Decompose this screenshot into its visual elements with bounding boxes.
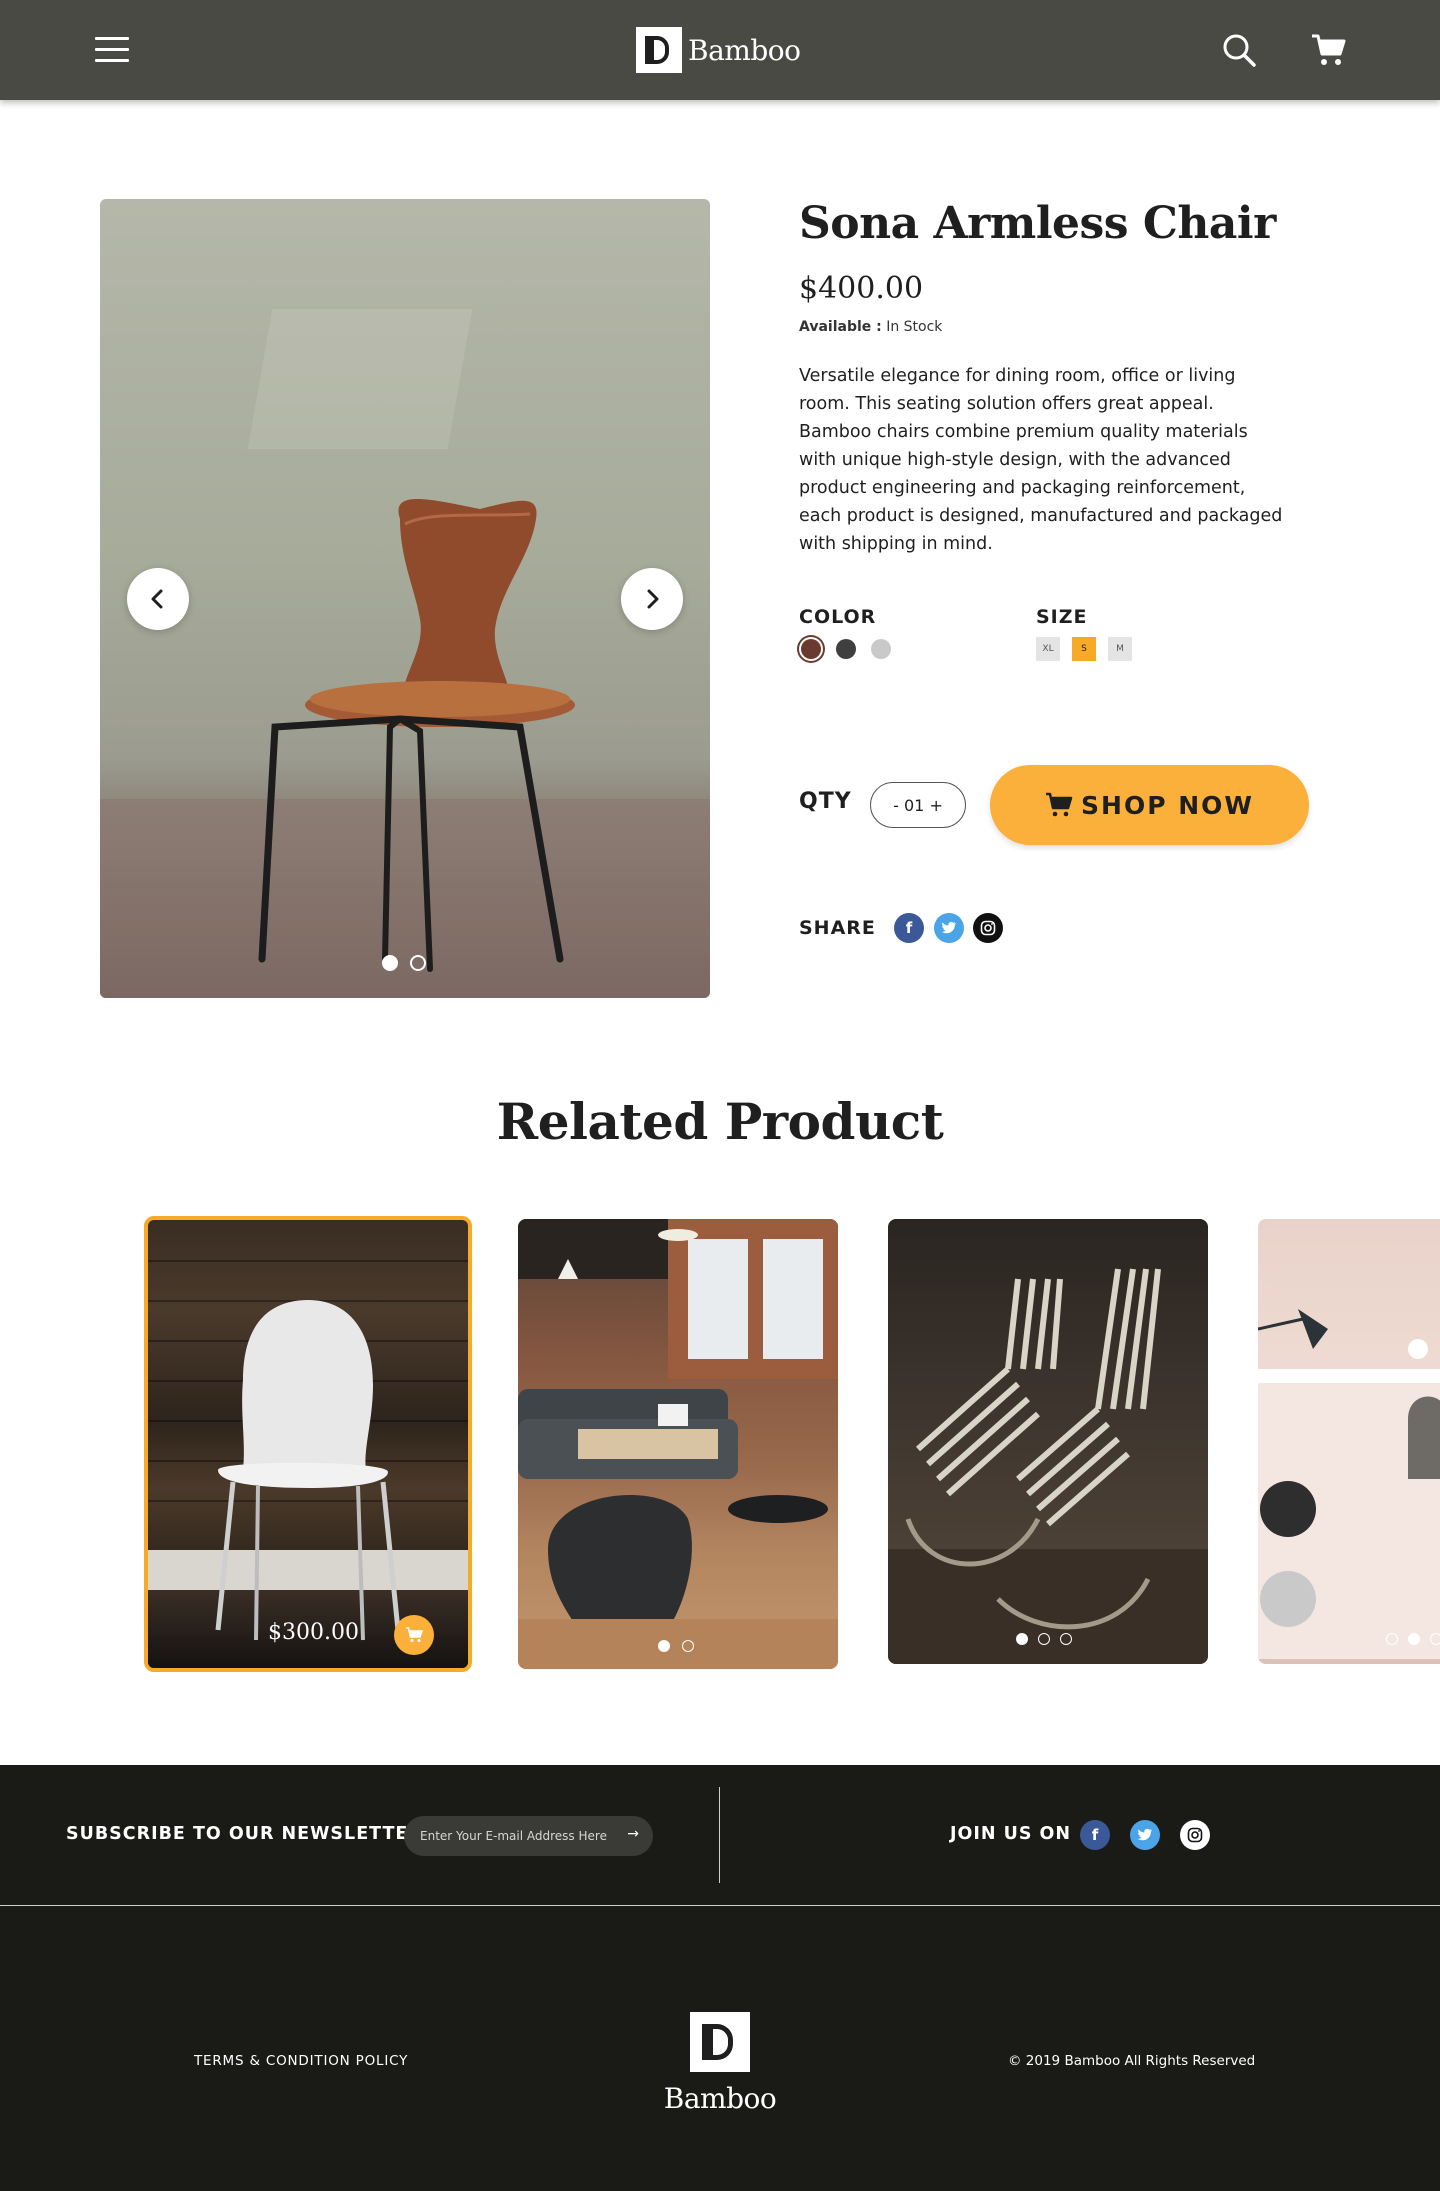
shop-now-button[interactable]: SHOP NOW [990, 765, 1309, 845]
chevron-right-icon [647, 589, 659, 609]
footer-logo[interactable]: Bamboo [663, 2012, 777, 2115]
instagram-icon[interactable] [1180, 1820, 1210, 1850]
instagram-icon[interactable] [973, 913, 1003, 943]
living-room-illustration [518, 1219, 838, 1669]
product-title: Sona Armless Chair [799, 198, 1276, 249]
facebook-icon[interactable]: f [1080, 1820, 1110, 1850]
footer-brand-name: Bamboo [663, 2082, 777, 2115]
qty-label: QTY [799, 789, 852, 814]
card-dots [1386, 1633, 1440, 1645]
availability: Available : In Stock [799, 319, 942, 335]
color-swatch-charcoal[interactable] [836, 639, 856, 659]
search-icon[interactable] [1222, 33, 1256, 67]
related-product-card[interactable] [1258, 1219, 1440, 1664]
logo-mark-icon [690, 2012, 750, 2072]
gallery-prev-button[interactable] [127, 568, 189, 630]
card-dot[interactable] [1430, 1633, 1440, 1645]
card-dot[interactable] [1038, 1633, 1050, 1645]
availability-value: In Stock [886, 319, 943, 335]
twitter-icon[interactable] [1130, 1820, 1160, 1850]
footer-divider [719, 1787, 720, 1883]
top-navigation-bar: Bamboo [0, 0, 1440, 100]
share-label: SHARE [799, 917, 876, 939]
add-to-cart-button[interactable] [394, 1615, 434, 1655]
related-products-title: Related Product [496, 1092, 944, 1151]
related-product-price: $300.00 [268, 1620, 359, 1645]
gallery-dot[interactable] [410, 955, 426, 971]
facebook-icon[interactable]: f [894, 913, 924, 943]
join-us-label: JOIN US ON [950, 1824, 1072, 1844]
email-input[interactable] [420, 1829, 610, 1843]
twitter-icon[interactable] [934, 913, 964, 943]
footer-divider [0, 1905, 1440, 1906]
chair-illustration [258, 499, 575, 972]
related-product-card[interactable] [518, 1219, 838, 1669]
color-swatch-brown[interactable] [801, 639, 821, 659]
logo-mark-icon [636, 27, 682, 73]
card-dot[interactable] [1016, 1633, 1028, 1645]
terms-link[interactable]: TERMS & CONDITION POLICY [194, 2053, 408, 2069]
quantity-stepper[interactable]: - 01 + [870, 782, 966, 828]
card-dot[interactable] [1386, 1633, 1398, 1645]
newsletter-label: SUBSCRIBE TO OUR NEWSLETTER [66, 1824, 423, 1844]
color-label: COLOR [799, 606, 877, 628]
related-product-card[interactable]: $300.00 [144, 1216, 472, 1672]
arrow-right-icon[interactable]: → [627, 1826, 639, 1842]
cart-icon[interactable] [1310, 32, 1346, 68]
product-description: Versatile elegance for dining room, offi… [799, 366, 1283, 554]
cart-icon [1046, 792, 1073, 817]
email-field[interactable]: → [404, 1816, 653, 1856]
lounge-chairs-illustration [888, 1268, 1208, 1664]
product-price: $400.00 [799, 271, 924, 306]
hamburger-menu-icon[interactable] [95, 37, 129, 63]
shop-now-label: SHOP NOW [1081, 790, 1254, 820]
gallery-next-button[interactable] [621, 568, 683, 630]
card-dots [658, 1640, 694, 1652]
size-option-m[interactable]: M [1108, 637, 1132, 661]
cart-icon [406, 1627, 423, 1642]
brand-name: Bamboo [688, 33, 801, 67]
card-dot[interactable] [1408, 1633, 1420, 1645]
gallery-dots [382, 955, 426, 971]
availability-label: Available : [799, 319, 882, 335]
copyright-text: © 2019 Bamboo All Rights Reserved [1008, 2053, 1256, 2069]
card-dot[interactable] [658, 1640, 670, 1652]
makeup-room-illustration [1258, 1309, 1440, 1659]
card-dots [1016, 1633, 1072, 1645]
related-product-card[interactable] [888, 1219, 1208, 1664]
card-dot[interactable] [682, 1640, 694, 1652]
white-chair-illustration [215, 1300, 401, 1641]
brand-logo[interactable]: Bamboo [636, 27, 801, 73]
product-image-gallery [100, 199, 710, 998]
size-label: SIZE [1036, 606, 1088, 628]
chevron-left-icon [151, 589, 163, 609]
size-option-s[interactable]: S [1072, 637, 1096, 661]
size-option-xl[interactable]: XL [1036, 637, 1060, 661]
color-swatch-grey[interactable] [871, 639, 891, 659]
card-dot[interactable] [1060, 1633, 1072, 1645]
gallery-dot[interactable] [382, 955, 398, 971]
